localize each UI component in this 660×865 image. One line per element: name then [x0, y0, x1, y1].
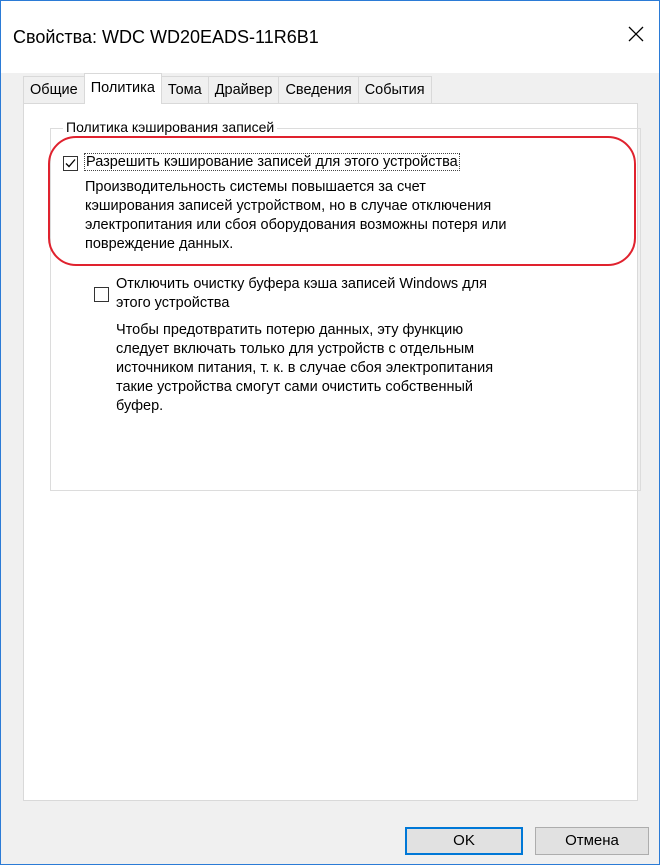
- cancel-button[interactable]: Отмена: [535, 827, 649, 855]
- disable-flush-label-line2[interactable]: этого устройства: [116, 294, 229, 313]
- ok-button[interactable]: OK: [405, 827, 523, 855]
- tab-policy[interactable]: Политика: [83, 73, 162, 104]
- write-cache-label[interactable]: Разрешить кэширование записей для этого …: [84, 153, 460, 172]
- close-button[interactable]: [613, 11, 659, 57]
- write-cache-description: Производительность системы повышается за…: [85, 179, 507, 252]
- disable-flush-checkbox[interactable]: [94, 287, 109, 302]
- close-icon: [628, 26, 644, 42]
- write-cache-policy-group: Политика кэширования записей Разрешить к…: [50, 119, 641, 491]
- tab-driver[interactable]: Драйвер: [207, 76, 280, 103]
- write-cache-label-text: Разрешить кэширование записей для этого …: [84, 153, 460, 171]
- tab-general[interactable]: Общие: [23, 76, 85, 103]
- window-title: Свойства: WDC WD20EADS-11R6B1: [13, 27, 319, 47]
- tab-events[interactable]: События: [357, 76, 432, 103]
- write-cache-checkbox[interactable]: [63, 156, 78, 171]
- tab-volumes[interactable]: Тома: [160, 76, 209, 103]
- disable-flush-description: Чтобы предотвратить потерю данных, эту ф…: [116, 322, 494, 414]
- tab-details[interactable]: Сведения: [278, 76, 359, 103]
- policy-tab-panel: Политика кэширования записей Разрешить к…: [23, 103, 641, 801]
- disable-flush-label-line1[interactable]: Отключить очистку буфера кэша записей Wi…: [116, 275, 487, 294]
- tab-strip: Общие Политика Тома Драйвер Сведения Соб…: [23, 73, 432, 104]
- properties-dialog: Свойства: WDC WD20EADS-11R6B1 Общие Поли…: [0, 0, 660, 865]
- checkmark-icon: [65, 159, 76, 168]
- group-title: Политика кэширования записей: [63, 119, 278, 135]
- title-bar: Свойства: WDC WD20EADS-11R6B1: [1, 1, 659, 73]
